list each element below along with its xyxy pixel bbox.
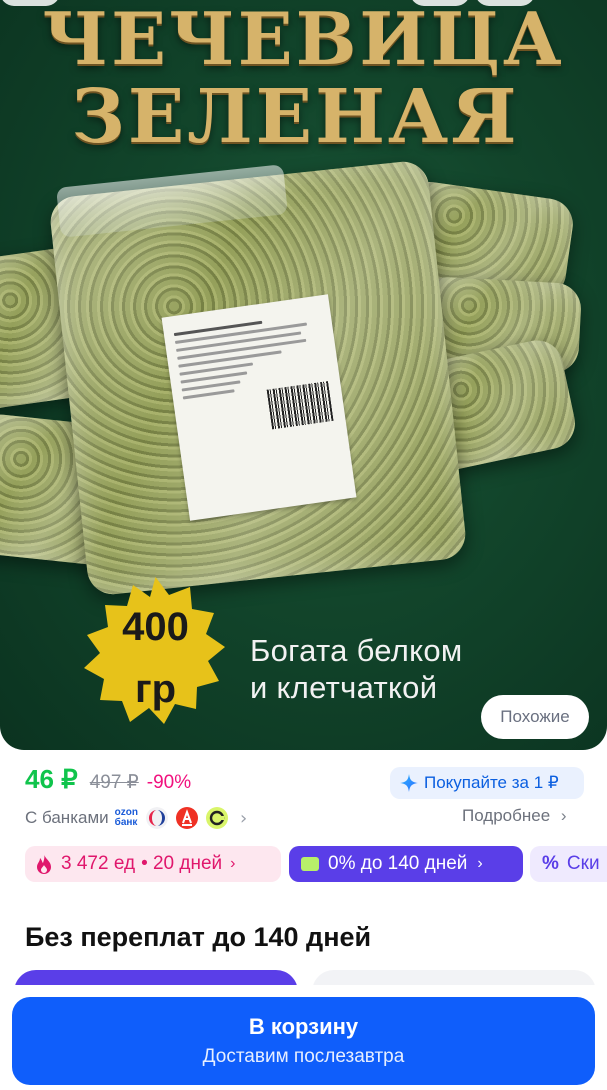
product-image[interactable]: ЧЕЧЕВИЦА ЗЕЛЕНАЯ 400 гр Богата белком и … — [0, 0, 607, 750]
installment-chip[interactable]: 0% до 140 дней › — [289, 846, 523, 882]
sber-bank-icon — [205, 807, 228, 829]
buy-for-1-rub-label: Покупайте за 1 ₽ — [424, 773, 559, 792]
section-title: Без переплат до 140 дней — [25, 922, 372, 952]
banks-label: С банками — [25, 808, 109, 827]
barcode — [266, 381, 334, 430]
package-label — [161, 294, 357, 521]
discount-chip-label: Ски — [566, 853, 600, 874]
bank-logo-icon — [145, 807, 168, 829]
percent-icon: % — [542, 853, 559, 874]
chevron-right-icon: › — [560, 806, 567, 825]
add-to-cart-label: В корзину — [248, 1014, 359, 1039]
sold-period: • 20 дней — [141, 853, 223, 874]
chevron-right-icon: › — [230, 855, 236, 872]
installment-label: 0% до 140 дней — [328, 853, 468, 874]
sparkle-icon — [400, 774, 418, 792]
alfa-bank-icon — [175, 807, 198, 829]
chevron-right-icon: › — [239, 807, 248, 829]
sold-count: 3 472 ед — [61, 853, 136, 874]
image-title-line1: ЧЕЧЕВИЦА — [42, 0, 565, 81]
discount-chip[interactable]: % Ски — [530, 846, 607, 882]
card-icon — [301, 857, 319, 871]
fire-icon — [37, 854, 51, 874]
price-block: 46 ₽ 497 ₽ -90% — [25, 764, 191, 800]
bank-offers[interactable]: С банками ozon банк › — [25, 805, 247, 831]
similar-button[interactable]: Похожие — [481, 695, 589, 739]
badge-weight: 400 — [122, 605, 189, 649]
buy-for-1-rub-button[interactable]: Покупайте за 1 ₽ — [390, 767, 584, 799]
old-price: 497 ₽ — [89, 772, 139, 793]
discount-percent: -90% — [146, 772, 192, 793]
image-title-line2: ЗЕЛЕНАЯ — [71, 74, 520, 160]
popularity-chip[interactable]: 3 472 ед • 20 дней › — [25, 846, 281, 882]
product-page: ЧЕЧЕВИЦА ЗЕЛЕНАЯ 400 гр Богата белком и … — [0, 0, 607, 1090]
tagline-line2: и клетчаткой — [250, 670, 438, 705]
tagline-line1: Богата белком — [250, 633, 463, 668]
add-to-cart-button[interactable]: В корзину Доставим послезавтра — [12, 997, 595, 1085]
delivery-label: Доставим послезавтра — [202, 1046, 405, 1067]
badge-unit: гр — [134, 667, 177, 711]
chevron-right-icon: › — [477, 855, 483, 872]
ozon-bank-logo: ozon банк — [114, 807, 138, 828]
current-price: 46 ₽ — [25, 764, 78, 794]
details-link[interactable]: Подробнее › — [462, 806, 567, 826]
